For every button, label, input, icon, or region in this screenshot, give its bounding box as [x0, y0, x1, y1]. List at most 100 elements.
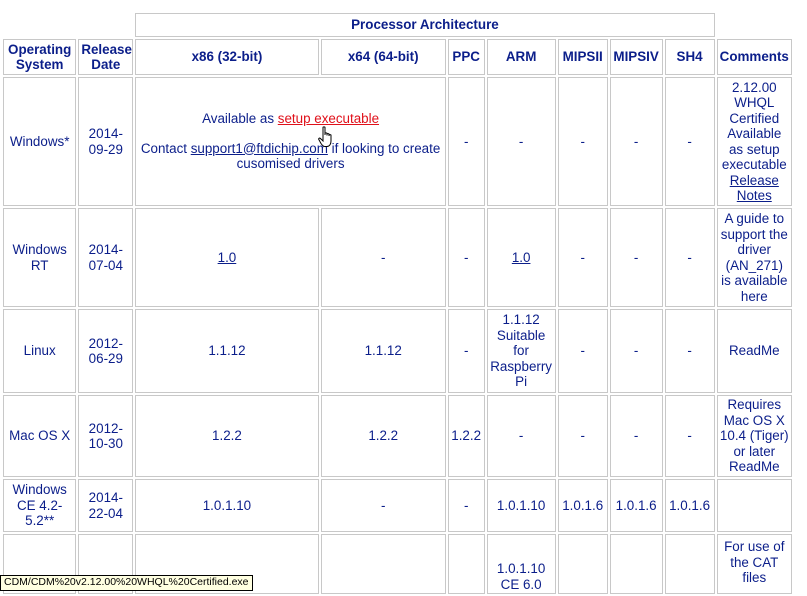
mipsiv-cell: 1.0.1.6: [609, 479, 663, 532]
page: { "table": { "group_header": "Processor …: [0, 0, 807, 594]
x64-cell: -: [320, 208, 446, 307]
x86-download-link[interactable]: 1.2.2: [212, 428, 242, 443]
header-spacer-right: [717, 13, 792, 37]
col-header-comments: Comments: [716, 39, 792, 75]
comments-cell: ReadMe: [716, 309, 792, 393]
available-as-text: Available as: [202, 111, 278, 127]
os-cell: Windows*: [3, 77, 77, 206]
col-header-release-date: Release Date: [78, 39, 134, 75]
sh4-cell: -: [664, 395, 715, 477]
comment-text: Requires Mac OS X 10.4 (Tiger) or later: [719, 397, 789, 459]
x86-cell: 1.1.12: [135, 309, 319, 393]
x86-download-link[interactable]: 1.0: [218, 250, 237, 265]
x64-cell: -: [320, 479, 446, 532]
table-row-macos: Mac OS X 2012-10-30 1.2.2 1.2.2 1.2.2 - …: [3, 395, 792, 477]
date-cell: 2012-06-29: [78, 309, 134, 393]
arm-cell: 1.0: [486, 208, 556, 307]
x64-download-link[interactable]: 1.1.12: [365, 343, 402, 358]
here-link[interactable]: here: [741, 289, 768, 304]
comments-cell: 2.12.00 WHQL Certified Available as setu…: [716, 77, 792, 206]
col-header-x86: x86 (32-bit): [135, 39, 319, 75]
sh4-cell: -: [664, 309, 715, 393]
x64-cell: 1.2.2: [320, 395, 446, 477]
ppc-cell: [447, 534, 485, 594]
table-row-linux: Linux 2012-06-29 1.1.12 1.1.12 - 1.1.12 …: [3, 309, 792, 393]
comments-cell: For use of the CAT files: [716, 534, 792, 594]
sh4-download-link[interactable]: 1.0.1.6: [669, 498, 710, 513]
table-row-windows-rt: Windows RT 2014-07-04 1.0 - - 1.0 - - - …: [3, 208, 792, 307]
col-header-os: Operating System: [3, 39, 77, 75]
status-bar-url: CDM/CDM%20v2.12.00%20WHQL%20Certified.ex…: [0, 575, 253, 591]
date-cell: 2014-09-29: [78, 77, 134, 206]
driver-table: Processor Architecture Operating System …: [1, 11, 794, 596]
contact-text: Contact: [140, 140, 191, 156]
x86-cell: 1.0: [135, 208, 319, 307]
mipsii-cell: -: [557, 309, 608, 393]
col-header-mipsiv: MIPSIV: [609, 39, 663, 75]
windows-x86-x64-cell: Available as setup executable Contact su…: [135, 77, 446, 206]
arm-cell: -: [486, 77, 556, 206]
col-header-sh4: SH4: [664, 39, 715, 75]
ppc-cell: -: [447, 77, 485, 206]
mipsii-cell: -: [557, 208, 608, 307]
col-header-ppc: PPC: [447, 39, 485, 75]
date-cell: 2014-07-04: [78, 208, 134, 307]
os-cell: Linux: [3, 309, 77, 393]
sh4-cell: -: [664, 77, 715, 206]
setup-executable-link[interactable]: setup executable: [278, 111, 379, 126]
date-cell: 2012-10-30: [78, 395, 134, 477]
mipsiv-cell: -: [609, 77, 663, 206]
hand-cursor-icon: [318, 126, 332, 147]
release-notes-link[interactable]: Release Notes: [730, 173, 779, 204]
col-header-mipsii: MIPSII: [557, 39, 608, 75]
x64-download-link[interactable]: 1.2.2: [368, 428, 398, 443]
header-row-group: Processor Architecture: [3, 13, 792, 37]
mipsiv-cell: -: [609, 395, 663, 477]
arm-cell: 1.0.1.10: [486, 479, 556, 532]
comments-cell: A guide to support the driver (AN_271) i…: [716, 208, 792, 307]
arm-cell: -: [486, 395, 556, 477]
x86-cell: 1.2.2: [135, 395, 319, 477]
arm-download-link[interactable]: 1.1.12 Suitable for Raspberry Pi: [490, 312, 552, 389]
arm-cell: 1.1.12 Suitable for Raspberry Pi: [486, 309, 556, 393]
comment-text: 2.12.00 WHQL Certified Available as setu…: [721, 79, 787, 173]
x86-download-link[interactable]: 1.1.12: [208, 343, 245, 358]
arm-download-link[interactable]: 1.0.1.10: [497, 498, 545, 513]
x86-cell: 1.0.1.10: [135, 479, 319, 532]
x64-cell: [320, 534, 446, 594]
ppc-download-link[interactable]: 1.2.2: [451, 428, 481, 443]
mipsii-download-link[interactable]: 1.0.1.6: [562, 498, 603, 513]
arm-download-link[interactable]: 1.0: [512, 250, 531, 265]
mipsiv-download-link[interactable]: 1.0.1.6: [616, 498, 657, 513]
col-header-arm: ARM: [486, 39, 556, 75]
table-row-windows: Windows* 2014-09-29 Available as setup e…: [3, 77, 792, 206]
x64-cell: 1.1.12: [320, 309, 446, 393]
ppc-cell: -: [447, 309, 485, 393]
mipsii-cell: [557, 534, 608, 594]
readme-link[interactable]: ReadMe: [729, 343, 780, 358]
header-spacer: [3, 13, 133, 37]
header-row-columns: Operating System Release Date x86 (32-bi…: [3, 39, 792, 75]
readme-link[interactable]: ReadMe: [729, 459, 780, 474]
ppc-cell: 1.2.2: [447, 395, 485, 477]
sh4-cell: [664, 534, 715, 594]
support-email-link[interactable]: support1@ftdichip.com: [191, 141, 328, 156]
comments-cell: [716, 479, 792, 532]
sh4-cell: -: [664, 208, 715, 307]
table-row-windows-ce: Windows CE 4.2-5.2** 2014-22-04 1.0.1.10…: [3, 479, 792, 532]
arm-cell: 1.0.1.10 CE 6.0: [486, 534, 556, 594]
mipsiv-cell: -: [609, 208, 663, 307]
mipsii-cell: -: [557, 395, 608, 477]
mipsiv-cell: -: [609, 309, 663, 393]
processor-architecture-header: Processor Architecture: [135, 13, 715, 37]
date-cell: 2014-22-04: [78, 479, 134, 532]
col-header-x64: x64 (64-bit): [320, 39, 446, 75]
os-cell: Windows RT: [3, 208, 77, 307]
mipsiv-cell: [609, 534, 663, 594]
os-cell: Windows CE 4.2-5.2**: [3, 479, 77, 532]
x86-download-link[interactable]: 1.0.1.10: [203, 498, 251, 513]
comments-cell: Requires Mac OS X 10.4 (Tiger) or later …: [716, 395, 792, 477]
sh4-cell: 1.0.1.6: [664, 479, 715, 532]
arm-download-link[interactable]: 1.0.1.10 CE 6.0: [497, 561, 545, 592]
mipsii-cell: -: [557, 77, 608, 206]
